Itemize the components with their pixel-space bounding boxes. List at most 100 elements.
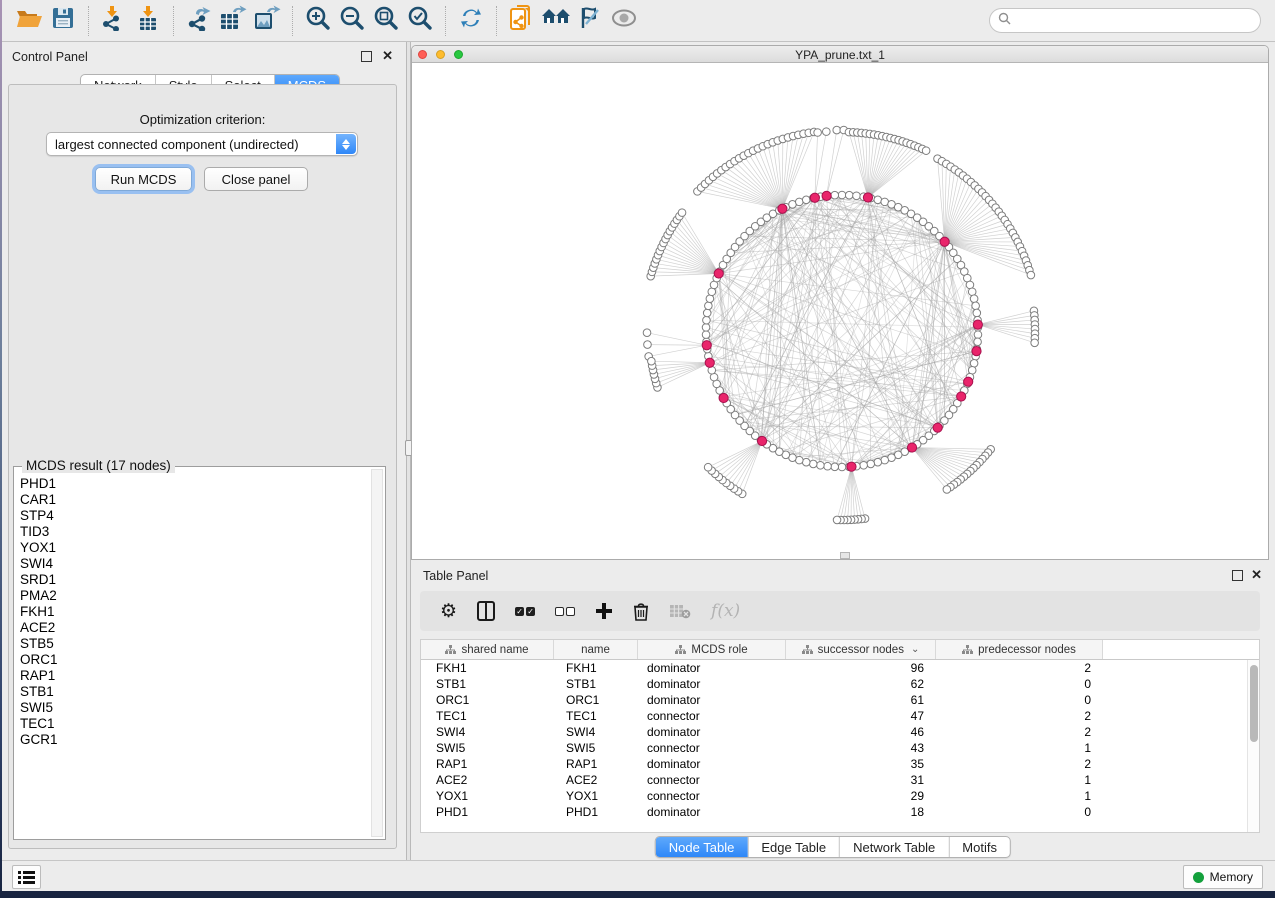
network-window-titlebar[interactable]: YPA_prune.txt_1	[412, 46, 1268, 63]
memory-status-icon	[1193, 872, 1204, 883]
import-table-icon	[135, 5, 161, 36]
table-row[interactable]: STB1STB1dominator620	[421, 676, 1247, 692]
zoom-in-button[interactable]	[301, 5, 335, 37]
show-columns-button[interactable]	[477, 601, 495, 621]
save-button[interactable]	[46, 5, 80, 37]
open-file-button[interactable]	[12, 5, 46, 37]
table-row[interactable]: FKH1FKH1dominator962	[421, 660, 1247, 676]
optimization-criterion-value: largest connected component (undirected)	[55, 137, 299, 152]
list-icon	[18, 870, 35, 884]
flag-button[interactable]	[573, 5, 607, 37]
mcds-result-list[interactable]: PHD1CAR1STP4TID3YOX1SWI4SRD1PMA2FKH1ACE2…	[16, 476, 369, 837]
zoom-fit-button[interactable]	[369, 5, 403, 37]
canvas-grip[interactable]	[840, 552, 850, 559]
add-column-button[interactable]	[595, 602, 613, 620]
mcds-result-item[interactable]: SWI5	[16, 700, 369, 716]
table-cell: 0	[936, 676, 1103, 692]
floppy-icon	[52, 7, 74, 34]
mcds-result-item[interactable]: STB5	[16, 636, 369, 652]
close-panel-icon[interactable]: ✕	[382, 49, 393, 62]
select-all-columns-button[interactable]: ✓✓	[515, 607, 535, 616]
zoom-out-icon	[339, 5, 365, 36]
mcds-result-item[interactable]: PHD1	[16, 476, 369, 492]
column-type-icon	[445, 645, 456, 655]
table-cell: dominator	[638, 676, 786, 692]
mcds-result-item[interactable]: RAP1	[16, 668, 369, 684]
export-network-button[interactable]	[182, 5, 216, 37]
table-toolbar: ⚙ ✓✓ f(x)	[420, 591, 1260, 631]
table-row[interactable]: PHD1PHD1dominator180	[421, 804, 1247, 820]
mcds-result-item[interactable]: YOX1	[16, 540, 369, 556]
export-table-button[interactable]	[216, 5, 250, 37]
table-cell: 18	[786, 804, 936, 820]
table-row[interactable]: ORC1ORC1dominator610	[421, 692, 1247, 708]
mcds-result-item[interactable]: STP4	[16, 508, 369, 524]
mcds-result-item[interactable]: CAR1	[16, 492, 369, 508]
table-row[interactable]: SWI5SWI5connector431	[421, 740, 1247, 756]
mcds-result-item[interactable]: STB1	[16, 684, 369, 700]
table-row[interactable]: RAP1RAP1dominator352	[421, 756, 1247, 772]
memory-button[interactable]: Memory	[1183, 865, 1263, 889]
table-settings-button[interactable]: ⚙	[440, 602, 457, 621]
task-history-button[interactable]	[12, 865, 41, 889]
search-box[interactable]	[989, 8, 1261, 33]
run-mcds-button[interactable]: Run MCDS	[95, 167, 192, 191]
column-header-mcds-role[interactable]: MCDS role	[638, 640, 786, 659]
mcds-result-item[interactable]: SWI4	[16, 556, 369, 572]
houses-button[interactable]	[539, 5, 573, 37]
eye-icon	[611, 9, 637, 32]
mcds-result-item[interactable]: FKH1	[16, 604, 369, 620]
column-header-filler	[1103, 640, 1259, 659]
network-window: YPA_prune.txt_1	[411, 45, 1269, 560]
close-panel-button[interactable]: Close panel	[204, 167, 308, 191]
export-image-button[interactable]	[250, 5, 284, 37]
column-header-name[interactable]: name	[554, 640, 638, 659]
table-row[interactable]: ACE2ACE2connector311	[421, 772, 1247, 788]
import-network-button[interactable]	[97, 5, 131, 37]
mcds-result-item[interactable]: GCR1	[16, 732, 369, 748]
close-panel-icon[interactable]: ✕	[1251, 568, 1262, 581]
mcds-result-item[interactable]: PMA2	[16, 588, 369, 604]
select-stepper-icon	[336, 134, 356, 154]
tab-network-table[interactable]: Network Table	[840, 837, 949, 857]
table-row[interactable]: TEC1TEC1connector472	[421, 708, 1247, 724]
zoom-selected-button[interactable]	[403, 5, 437, 37]
table-panel-title: Table Panel	[423, 569, 488, 583]
optimization-criterion-select[interactable]: largest connected component (undirected)	[46, 132, 358, 156]
network-canvas[interactable]	[412, 64, 1268, 559]
delete-table-button	[669, 603, 691, 619]
delete-column-button[interactable]	[633, 602, 649, 621]
scrollbar-thumb[interactable]	[1250, 665, 1258, 742]
search-input[interactable]	[1016, 14, 1252, 28]
mcds-result-item[interactable]: ACE2	[16, 620, 369, 636]
zoom-out-button[interactable]	[335, 5, 369, 37]
tab-node-table[interactable]: Node Table	[656, 837, 749, 857]
control-panel-title: Control Panel	[12, 50, 88, 64]
table-row[interactable]: YOX1YOX1connector291	[421, 788, 1247, 804]
mcds-result-item[interactable]: SRD1	[16, 572, 369, 588]
table-row[interactable]: SWI4SWI4dominator462	[421, 724, 1247, 740]
main-area: Control Panel ✕ Network Style Select MCD…	[2, 42, 1275, 860]
table-cell: dominator	[638, 804, 786, 820]
float-window-icon[interactable]	[361, 51, 372, 62]
column-header-shared-name[interactable]: shared name	[421, 640, 554, 659]
mcds-result-item[interactable]: TID3	[16, 524, 369, 540]
clone-network-button[interactable]	[505, 5, 539, 37]
table-cell: 0	[936, 692, 1103, 708]
column-header-predecessor-nodes[interactable]: predecessor nodes	[936, 640, 1103, 659]
deselect-all-columns-button[interactable]	[555, 607, 575, 616]
import-table-button[interactable]	[131, 5, 165, 37]
mcds-result-item[interactable]: TEC1	[16, 716, 369, 732]
table-cell: YOX1	[421, 788, 554, 804]
table-cell: RAP1	[554, 756, 638, 772]
float-window-icon[interactable]	[1232, 570, 1243, 581]
table-cell: 1	[936, 788, 1103, 804]
mcds-result-item[interactable]: ORC1	[16, 652, 369, 668]
table-scrollbar[interactable]	[1247, 660, 1259, 832]
mcds-result-scrollbar[interactable]	[371, 469, 383, 837]
tab-motifs[interactable]: Motifs	[949, 837, 1010, 857]
refresh-button[interactable]	[454, 5, 488, 37]
table-cell: YOX1	[554, 788, 638, 804]
column-header-successor-nodes[interactable]: successor nodes⌄	[786, 640, 936, 659]
tab-edge-table[interactable]: Edge Table	[748, 837, 840, 857]
